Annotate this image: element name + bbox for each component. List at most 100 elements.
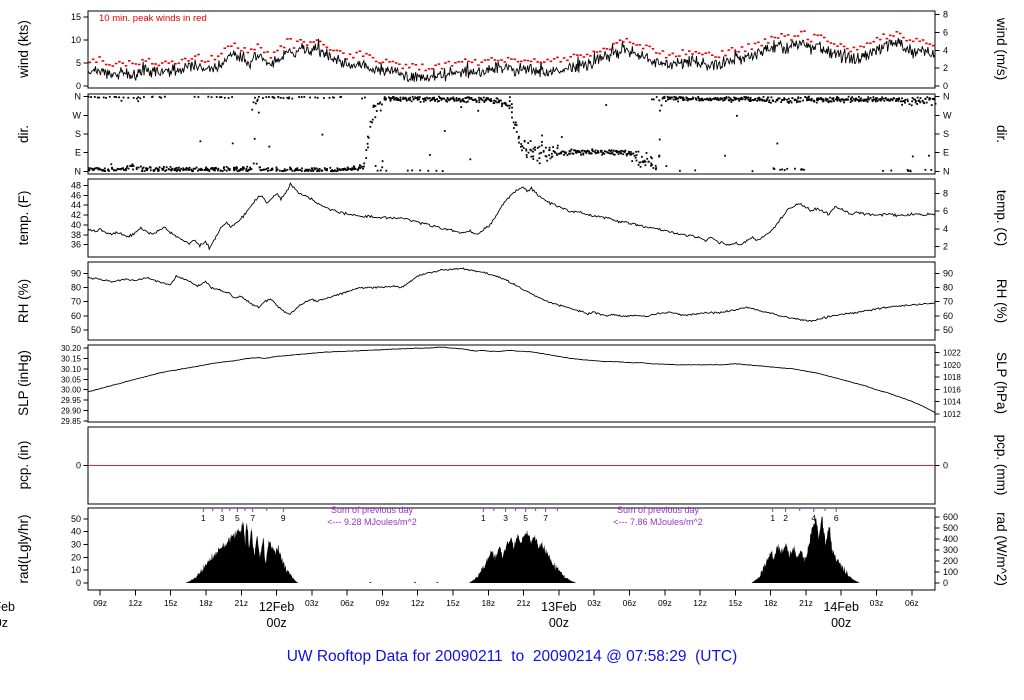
svg-text:80: 80 [71,283,81,293]
svg-text:18z: 18z [764,598,778,608]
svg-text:30.00: 30.00 [61,386,82,395]
svg-text:600: 600 [943,512,958,522]
svg-text:15z: 15z [446,598,460,608]
svg-text:12z: 12z [411,598,425,608]
svg-text:12Feb: 12Feb [259,600,294,614]
svg-text:N: N [943,166,950,176]
svg-text:06z: 06z [340,598,354,608]
svg-text:03z: 03z [587,598,601,608]
svg-text:38: 38 [71,230,81,240]
rad-sum-note-2-line1: Sum of previous day [616,505,700,515]
peak-winds-note: 10 min. peak winds in red [99,13,207,24]
svg-text:1: 1 [770,513,775,523]
svg-text:12z: 12z [129,598,143,608]
svg-text:15z: 15z [164,598,178,608]
panel-slp: 29.8529.90 29.9530.00 30.0530.1030.15 30.20… [61,344,961,426]
svg-text:60: 60 [71,311,81,321]
panel-dir: NESWNNESWN [73,92,953,177]
panel-pcp: 00 [76,426,948,505]
svg-text:15: 15 [71,12,81,22]
svg-text:1014: 1014 [943,398,961,407]
svg-text:6: 6 [943,206,948,216]
svg-text:6: 6 [943,27,948,37]
svg-text:18z: 18z [199,598,213,608]
svg-text:2: 2 [943,63,948,73]
rad-sum-note-2: Sum of previous day <--- 7.86 MJoules/m^… [548,505,768,528]
svg-text:50: 50 [71,514,81,524]
svg-text:30.20: 30.20 [61,344,82,353]
svg-text:11Feb: 11Feb [0,600,15,614]
svg-text:44: 44 [71,200,81,210]
panel-temp: 363840424446482468 [71,178,948,258]
svg-text:4: 4 [943,224,948,234]
svg-text:30: 30 [71,540,81,550]
svg-text:40: 40 [71,220,81,230]
svg-text:20: 20 [71,552,81,562]
svg-text:3: 3 [503,513,508,523]
svg-text:1018: 1018 [943,373,961,382]
svg-text:E: E [943,148,949,158]
svg-text:5: 5 [76,58,81,68]
svg-text:N: N [75,166,82,176]
svg-text:500: 500 [943,523,958,533]
svg-text:42: 42 [71,210,81,220]
svg-text:06z: 06z [905,598,919,608]
svg-text:0: 0 [76,578,81,588]
svg-text:4: 4 [811,513,816,523]
svg-text:1020: 1020 [943,361,961,370]
svg-text:29.95: 29.95 [61,396,82,405]
svg-text:48: 48 [71,180,81,190]
svg-text:90: 90 [943,268,953,278]
svg-text:80: 80 [943,283,953,293]
meteogram-plot: 05101502468NESWNNESWN3638404244464824685… [0,10,961,631]
svg-text:00z: 00z [267,616,287,630]
svg-text:S: S [943,129,949,139]
svg-text:10: 10 [71,35,81,45]
svg-text:00z: 00z [549,616,569,630]
svg-text:00z: 00z [831,616,851,630]
svg-text:W: W [73,110,82,120]
svg-text:03z: 03z [305,598,319,608]
svg-text:40: 40 [71,527,81,537]
svg-text:36: 36 [71,240,81,250]
svg-text:13Feb: 13Feb [541,600,576,614]
svg-text:29.85: 29.85 [61,417,82,426]
svg-text:7: 7 [250,513,255,523]
svg-text:14Feb: 14Feb [823,600,858,614]
svg-text:E: E [75,148,81,158]
svg-text:50: 50 [943,325,953,335]
svg-text:30.10: 30.10 [61,365,82,374]
svg-text:90: 90 [71,268,81,278]
figure-title: UW Rooftop Data for 20090211 to 20090214… [286,648,738,665]
svg-text:46: 46 [71,190,81,200]
svg-text:5: 5 [523,513,528,523]
svg-text:1022: 1022 [943,348,961,357]
rad-sum-note-1-line2: <--- 9.28 MJoules/m^2 [327,516,417,527]
svg-text:15z: 15z [729,598,743,608]
svg-text:W: W [943,110,952,120]
svg-text:50: 50 [71,325,81,335]
svg-text:06z: 06z [623,598,637,608]
rad-sum-note-1-line1: Sum of previous day [330,505,414,515]
svg-text:1012: 1012 [943,410,961,419]
svg-text:2: 2 [783,513,788,523]
svg-text:1016: 1016 [943,385,961,394]
svg-text:09z: 09z [93,598,107,608]
svg-text:400: 400 [943,534,958,544]
svg-text:70: 70 [71,297,81,307]
svg-text:21z: 21z [234,598,248,608]
svg-text:18z: 18z [481,598,495,608]
svg-text:2: 2 [943,242,948,252]
svg-text:N: N [75,92,82,102]
svg-text:0: 0 [76,81,81,91]
svg-text:30.05: 30.05 [61,375,82,384]
svg-text:21z: 21z [517,598,531,608]
svg-text:09z: 09z [376,598,390,608]
svg-text:6: 6 [834,513,839,523]
meteogram-figure: 0 5 10 15 0 2 4 6 8 N E S W N N E S W N 36 38 40 42 44 46 48 2 4 6 8 5… [0,0,1024,700]
svg-text:12z: 12z [693,598,707,608]
svg-text:8: 8 [943,188,948,198]
svg-text:8: 8 [943,10,948,20]
svg-text:300: 300 [943,545,958,555]
rad-sum-note-1: Sum of previous day <--- 9.28 MJoules/m^… [262,505,482,528]
